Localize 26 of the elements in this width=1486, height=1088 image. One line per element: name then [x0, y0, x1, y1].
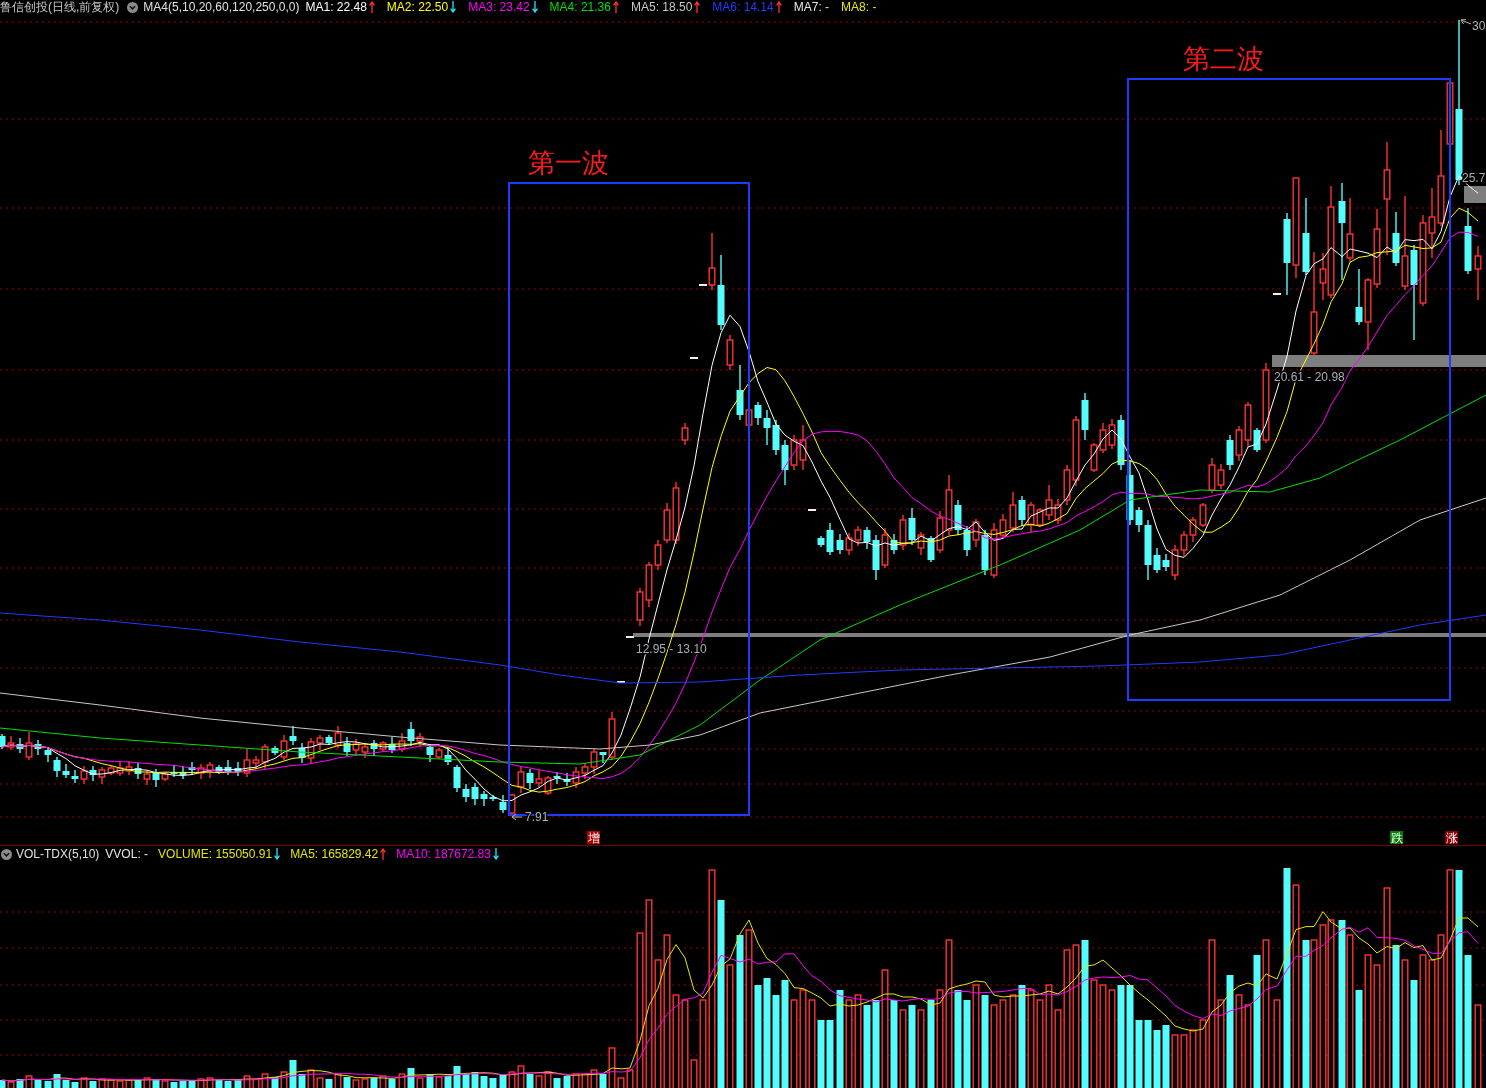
- ma-value-label: MA5: 18.50: [630, 0, 693, 14]
- signal-tag: 跌: [1390, 831, 1403, 845]
- indicator-name: MA4(5,10,20,60,120,250,0,0): [143, 0, 300, 14]
- chevron-circle-icon[interactable]: [127, 1, 139, 13]
- ma-value-label: MA1: 22.48: [305, 0, 367, 14]
- ma-value-label: MA2: 22.50: [386, 0, 449, 14]
- signal-tag: 涨: [1445, 831, 1458, 845]
- wave-label: 第一波: [528, 147, 609, 178]
- chevron-circle-icon[interactable]: [1, 848, 12, 860]
- indicator-name: VOL-TDX(5,10): [16, 846, 100, 862]
- ma-value-label: MA7: -: [793, 0, 830, 14]
- stock-title: 鲁信创投(日线,前复权): [0, 0, 120, 14]
- volume-value-label: MA10: 187672.83: [396, 846, 491, 862]
- leader-line: [511, 813, 523, 821]
- ma-value-label: MA8: -: [841, 0, 877, 14]
- wave-label: 第二波: [1183, 43, 1264, 74]
- leader-line: [1460, 19, 1472, 25]
- ma-value-label: MA3: 23.42: [468, 0, 530, 14]
- volume-value-label: MA5: 165829.42: [290, 846, 379, 862]
- volume-value-label: VVOL: -: [105, 846, 149, 862]
- ma-value-label: MA6: 14.14: [712, 0, 774, 14]
- signal-tag: 增: [587, 831, 600, 845]
- price-band: [1464, 186, 1486, 203]
- volume-value-label: VOLUME: 155050.91: [158, 846, 273, 862]
- high-price-label: 30: [1472, 19, 1486, 33]
- ma-value-label: MA4: 21.36: [549, 0, 611, 14]
